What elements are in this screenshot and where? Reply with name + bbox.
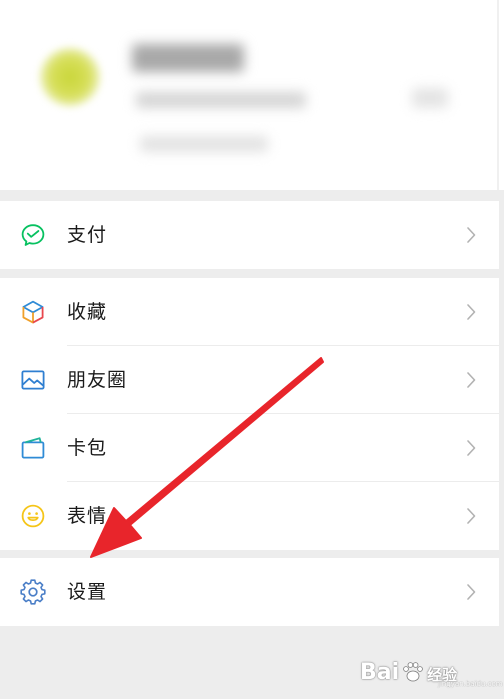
blurred-qr-code[interactable] xyxy=(412,88,448,108)
menu-item-label: 设置 xyxy=(67,581,108,603)
chevron-right-icon xyxy=(467,508,476,524)
menu-item-settings[interactable]: 设置 xyxy=(0,558,499,626)
baidu-jingyan-watermark: Bai 经验 jingyan.baidu.com xyxy=(360,646,503,688)
menu-item-cards[interactable]: 卡包 xyxy=(0,414,499,482)
watermark-url: jingyan.baidu.com xyxy=(438,680,503,688)
menu-item-moments[interactable]: 朋友圈 xyxy=(0,346,499,414)
image-icon xyxy=(21,370,45,390)
menu-group-content: 收藏 朋友圈 卡包 表情 xyxy=(0,278,499,550)
menu-item-label: 收藏 xyxy=(67,301,108,323)
menu-item-label: 支付 xyxy=(67,224,108,246)
chevron-right-icon xyxy=(467,304,476,320)
blurred-status xyxy=(140,136,268,152)
blurred-nickname xyxy=(132,44,244,72)
gear-icon xyxy=(20,579,46,605)
watermark-brand: Bai xyxy=(360,660,400,685)
wallet-icon xyxy=(21,437,45,459)
menu-item-label: 卡包 xyxy=(67,437,108,459)
menu-group-pay: 支付 xyxy=(0,201,499,269)
menu-item-pay[interactable]: 支付 xyxy=(0,201,499,269)
menu-item-stickers[interactable]: 表情 xyxy=(0,482,499,550)
cube-icon xyxy=(22,300,44,324)
menu-group-settings: 设置 xyxy=(0,558,499,626)
wechat-pay-icon xyxy=(21,224,45,246)
chevron-right-icon xyxy=(467,584,476,600)
avatar[interactable] xyxy=(40,48,100,106)
chevron-right-icon xyxy=(467,372,476,388)
menu-item-label: 表情 xyxy=(67,505,108,527)
edge-divider xyxy=(497,0,499,190)
menu-item-favorites[interactable]: 收藏 xyxy=(0,278,499,346)
chevron-right-icon xyxy=(467,227,476,243)
smiley-icon xyxy=(21,504,45,528)
menu-item-label: 朋友圈 xyxy=(67,369,128,391)
paw-icon xyxy=(403,662,423,682)
blurred-wechat-id xyxy=(136,92,306,108)
profile-header[interactable] xyxy=(0,0,504,190)
chevron-right-icon xyxy=(467,440,476,456)
